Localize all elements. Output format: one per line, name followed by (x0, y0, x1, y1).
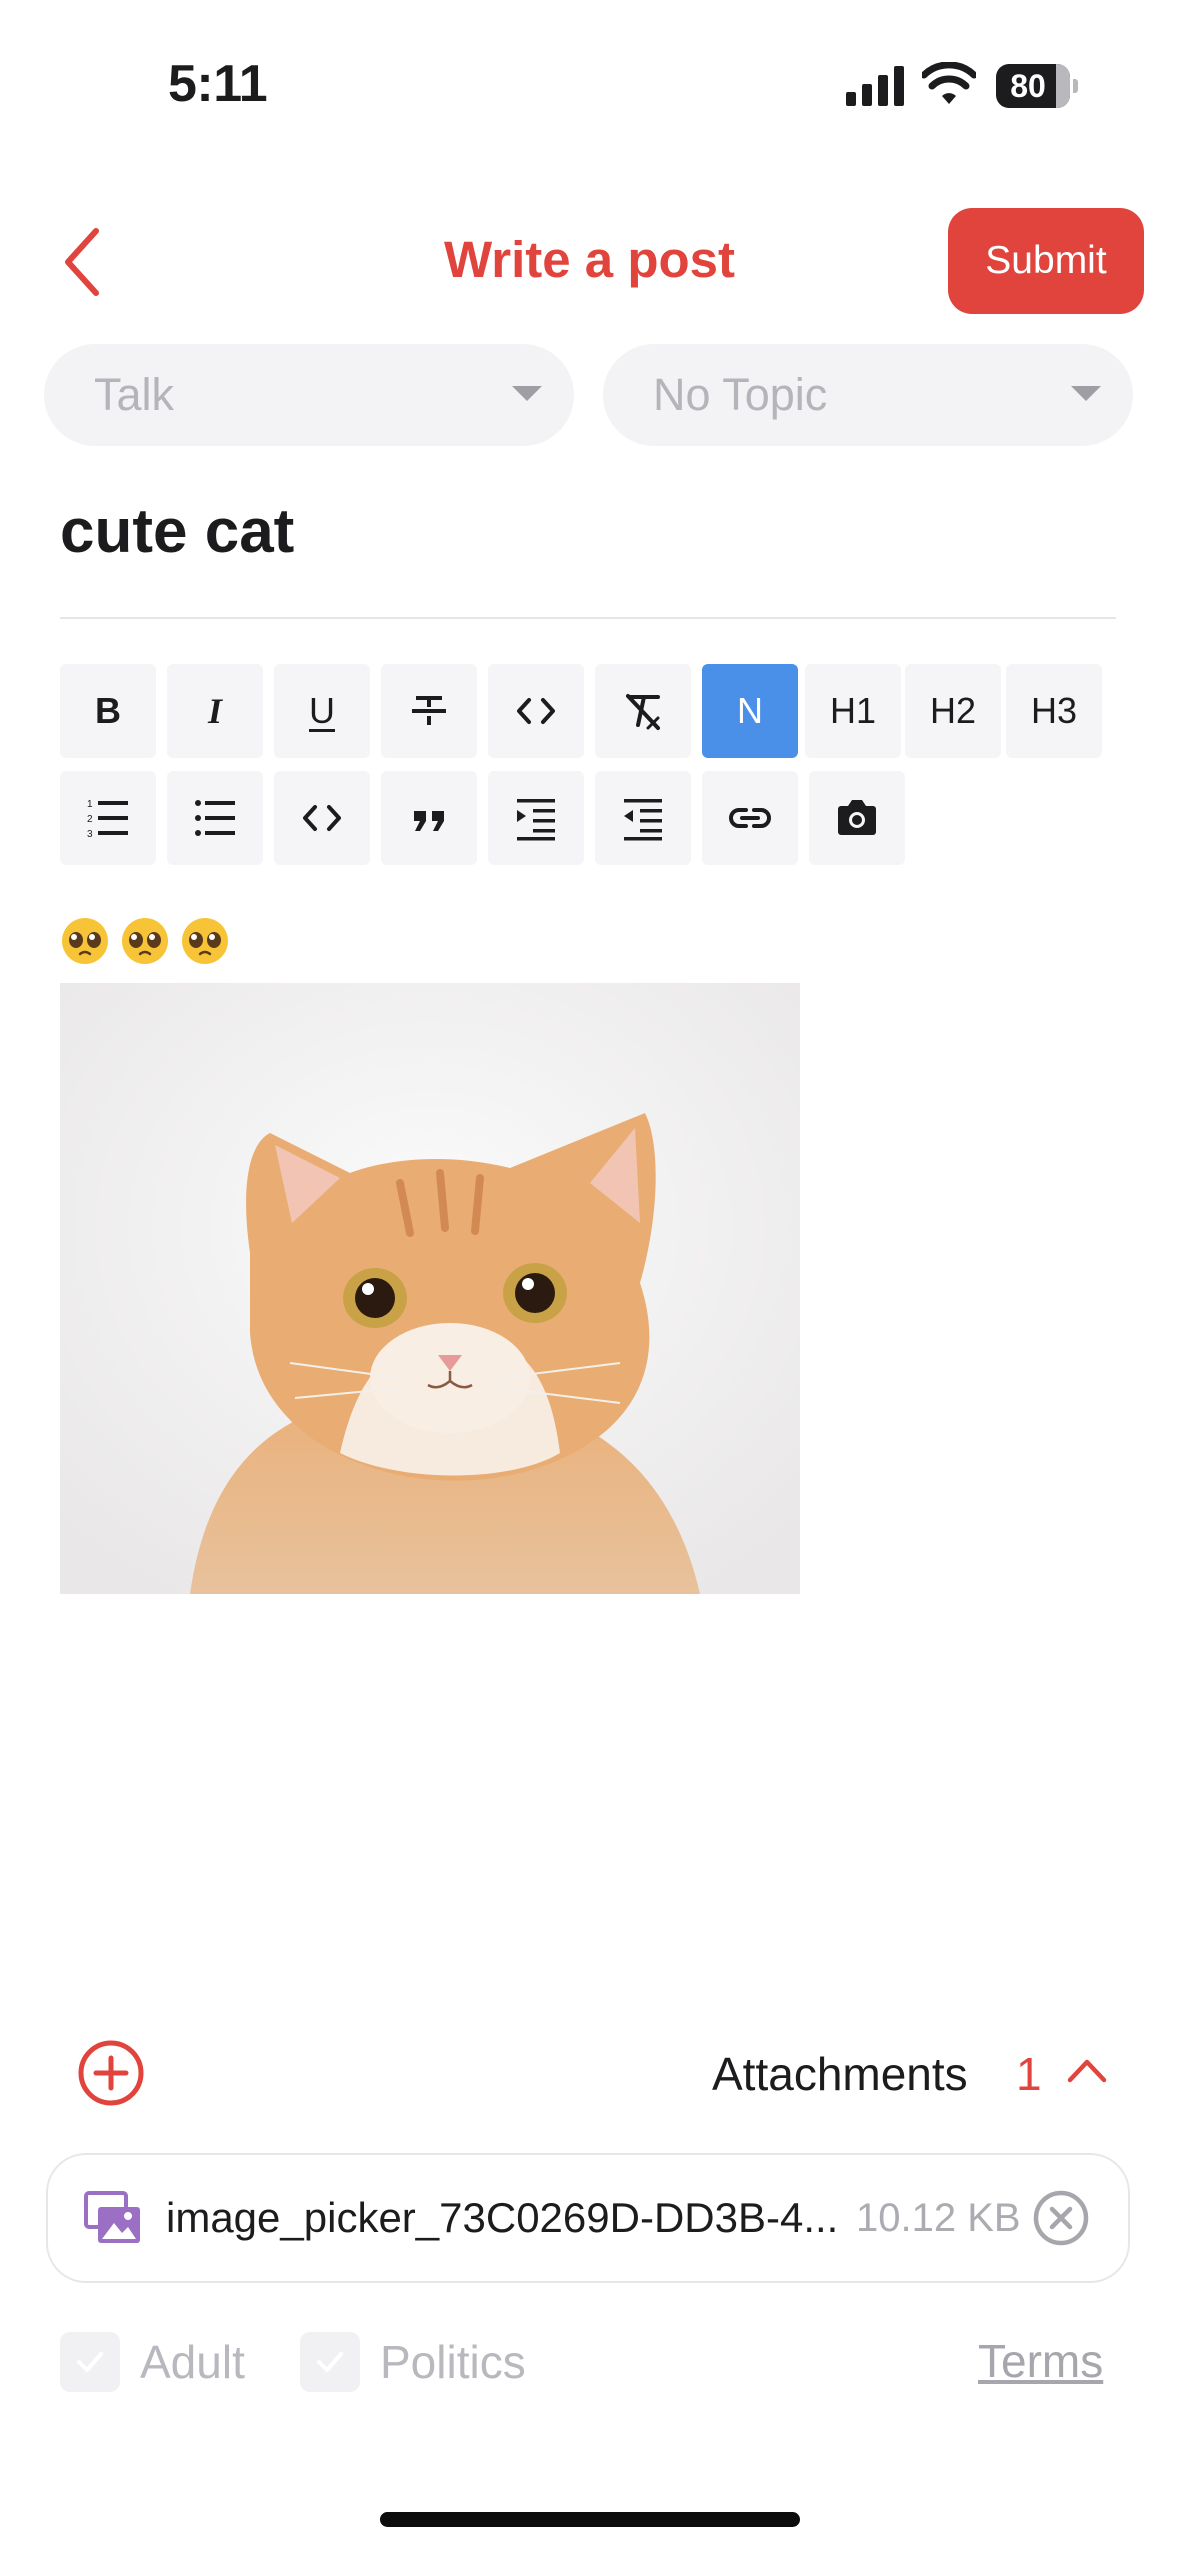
ordered-list-icon: 1 2 3 (87, 799, 128, 840)
bold-button[interactable]: B (60, 664, 156, 758)
adult-checkbox[interactable]: Adult (60, 2330, 245, 2394)
clear-format-button[interactable] (595, 664, 691, 758)
quote-button[interactable] (381, 771, 477, 865)
cellular-signal-icon (846, 66, 904, 106)
svg-text:2: 2 (87, 814, 93, 825)
bold-icon: B (95, 690, 121, 731)
outdent-button[interactable] (595, 771, 691, 865)
board-select-value: Talk (94, 369, 175, 420)
heading-1-button[interactable]: H1 (805, 664, 901, 758)
heading-2-button[interactable]: H2 (905, 664, 1001, 758)
strikethrough-button[interactable] (381, 664, 477, 758)
inline-code-button[interactable] (488, 664, 584, 758)
bullet-list-icon (195, 800, 235, 836)
image-file-icon (84, 2191, 140, 2243)
underline-button[interactable]: U (274, 664, 370, 758)
remove-attachment-button[interactable] (1032, 2189, 1090, 2247)
adult-label: Adult (140, 2336, 245, 2388)
attachment-file-size: 10.12 KB (856, 2196, 1021, 2240)
insert-photo-button[interactable] (809, 771, 905, 865)
chevron-up-icon[interactable] (1062, 2050, 1112, 2090)
attachment-file-name: image_picker_73C0269D-DD3B-4... (166, 2194, 839, 2241)
add-attachment-button[interactable] (78, 2040, 144, 2106)
checkbox-box (60, 2332, 120, 2392)
board-select[interactable]: Talk (44, 344, 574, 446)
politics-checkbox[interactable]: Politics (300, 2330, 526, 2394)
attachments-count: 1 (1016, 2048, 1042, 2100)
quote-icon (414, 811, 444, 831)
camera-icon (838, 800, 876, 835)
heading-3-label: H3 (1030, 690, 1078, 731)
wifi-icon (922, 62, 976, 104)
link-button[interactable] (702, 771, 798, 865)
svg-text:1: 1 (87, 799, 93, 810)
caret-down-icon (512, 386, 542, 401)
heading-1-label: H1 (829, 690, 877, 731)
indent-icon (517, 799, 555, 841)
code-block-icon (303, 805, 341, 831)
ordered-list-button[interactable]: 1 2 3 (60, 771, 156, 865)
pleading-face-icon (62, 918, 108, 964)
strikethrough-icon (412, 696, 446, 725)
normal-text-button[interactable]: N (702, 664, 798, 758)
italic-button[interactable]: I (167, 664, 263, 758)
link-icon (729, 808, 771, 828)
clear-format-icon (626, 694, 660, 730)
attachments-label: Attachments (712, 2048, 968, 2100)
underline-icon: U (309, 690, 335, 731)
svg-text:3: 3 (87, 829, 93, 840)
checkbox-box (300, 2332, 360, 2392)
normal-text-label: N (737, 690, 763, 731)
code-block-button[interactable] (274, 771, 370, 865)
cat-photo (60, 983, 800, 1594)
pleading-face-icon (182, 918, 228, 964)
heading-2-label: H2 (929, 690, 977, 731)
emoji-line (60, 916, 230, 968)
terms-link[interactable]: Terms (978, 2334, 1103, 2388)
check-icon (77, 2352, 103, 2372)
status-bar: 5:11 80 (0, 0, 1179, 170)
heading-3-button[interactable]: H3 (1006, 664, 1102, 758)
check-icon (317, 2352, 343, 2372)
caret-down-icon (1071, 386, 1101, 401)
battery-indicator: 80 (996, 64, 1078, 108)
post-title-input[interactable]: cute cat (60, 496, 294, 567)
indent-button[interactable] (488, 771, 584, 865)
pleading-face-icon (122, 918, 168, 964)
topic-select-value: No Topic (653, 369, 828, 420)
politics-label: Politics (380, 2336, 526, 2388)
bullet-list-button[interactable] (167, 771, 263, 865)
topic-select[interactable]: No Topic (603, 344, 1133, 446)
home-indicator[interactable] (380, 2512, 800, 2527)
battery-level: 80 (1010, 68, 1046, 104)
code-icon (517, 698, 555, 724)
attachment-item: image_picker_73C0269D-DD3B-4... 10.12 KB (46, 2153, 1130, 2283)
italic-icon: I (207, 691, 222, 731)
submit-button[interactable]: Submit (948, 208, 1144, 314)
title-divider (60, 617, 1116, 619)
outdent-icon (624, 799, 662, 841)
status-time: 5:11 (168, 55, 268, 113)
